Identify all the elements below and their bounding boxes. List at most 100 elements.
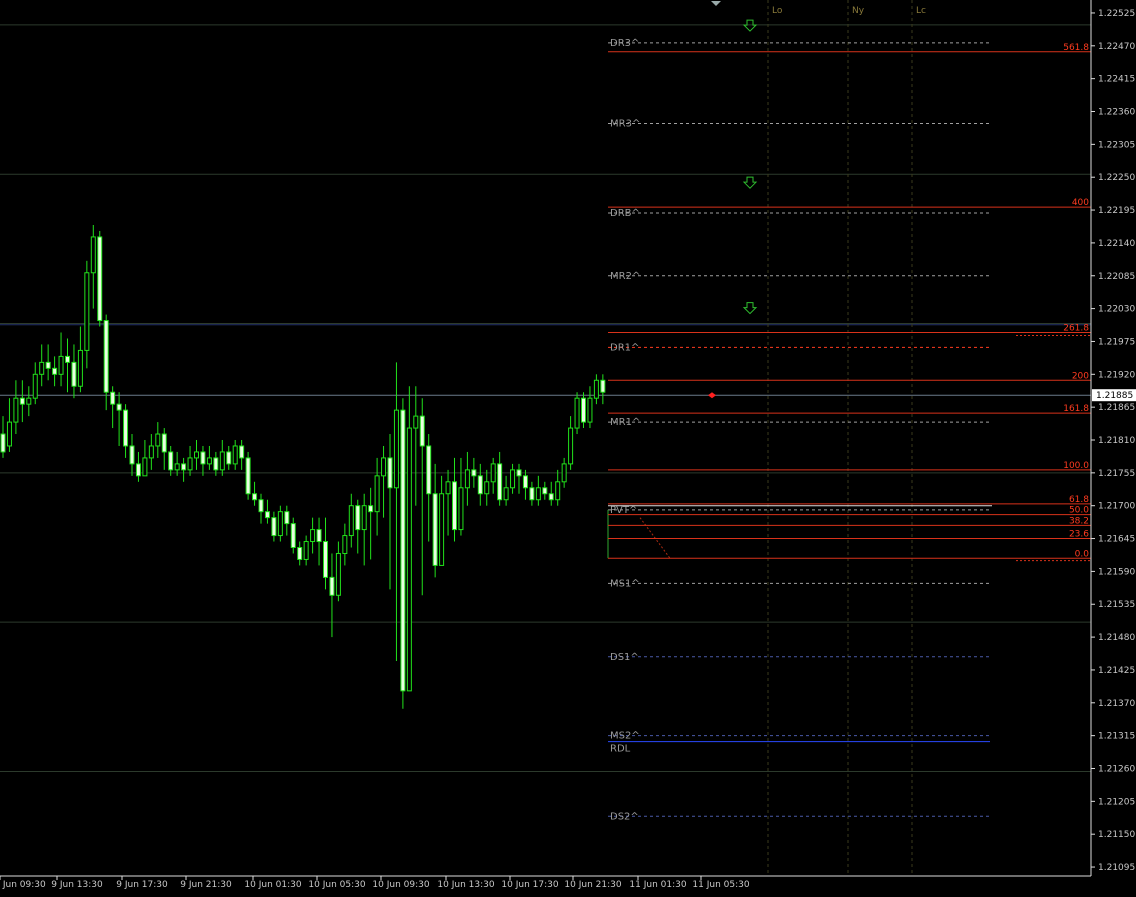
- candle-body: [542, 487, 548, 495]
- candle-body: [71, 361, 77, 387]
- candle-body: [400, 409, 406, 692]
- candle-body: [329, 576, 335, 596]
- fib-level-label: 100.0: [1063, 461, 1089, 471]
- candle-body: [503, 487, 509, 501]
- price-chart[interactable]: Lo Ny Lc DR3^MR3^DRB^MR2^DR1^MR1^PVT^MS1^D…: [0, 0, 1136, 897]
- session-label: Lo: [772, 6, 783, 16]
- price-tick-label: 1.22140: [1098, 239, 1135, 249]
- candle-body: [110, 391, 116, 405]
- price-tick-label: 1.21315: [1098, 732, 1135, 742]
- candle-body: [142, 457, 148, 477]
- time-tick-label: 10 Jun 09:30: [372, 880, 429, 890]
- candle-body: [393, 409, 399, 489]
- pivot-level-label: DS2^: [610, 811, 639, 822]
- price-tick-label: 1.21865: [1098, 403, 1135, 413]
- time-tick-label: 9 Jun 17:30: [116, 880, 168, 890]
- time-tick-label: 9 Jun 09:30: [0, 880, 46, 890]
- candle-body: [477, 475, 483, 495]
- pivot-level-label: DR1^: [610, 342, 639, 353]
- price-tick-label: 1.21425: [1098, 666, 1135, 676]
- price-tick-label: 1.21975: [1098, 337, 1135, 347]
- candle-body: [316, 529, 322, 543]
- candle-body: [277, 511, 283, 537]
- time-tick-label: 9 Jun 21:30: [180, 880, 232, 890]
- chart-window: Lo Ny Lc DR3^ MR3^ DRB^ MR2^ DR1^ MR1^ PVT^ MS1^ D…: [0, 0, 1136, 897]
- price-tick-label: 1.21535: [1098, 600, 1135, 610]
- candle-body: [0, 433, 6, 453]
- candle-body: [310, 529, 316, 543]
- price-tick-label: 1.22525: [1098, 9, 1135, 19]
- pivot-level-label: DR3^: [610, 38, 639, 49]
- time-tick-label: 10 Jun 01:30: [244, 880, 301, 890]
- time-tick-label: 10 Jun 17:30: [501, 880, 558, 890]
- candle-body: [168, 451, 174, 471]
- price-tick-label: 1.22360: [1098, 108, 1135, 118]
- candle-body: [535, 487, 541, 501]
- candle-body: [568, 427, 574, 465]
- candle-body: [445, 481, 451, 495]
- time-tick-label: 10 Jun 05:30: [308, 880, 365, 890]
- candle-body: [19, 397, 25, 405]
- price-tick-label: 1.21260: [1098, 764, 1135, 774]
- fib-level-label: 38.2: [1069, 516, 1089, 526]
- time-tick-label: 10 Jun 21:30: [564, 880, 621, 890]
- session-label: Ny: [852, 6, 865, 16]
- candle-body: [187, 457, 193, 471]
- candle-body: [90, 236, 96, 274]
- time-tick-label: 9 Jun 13:30: [51, 880, 103, 890]
- candle-body: [200, 451, 206, 465]
- candle-body: [342, 535, 348, 554]
- fib-level-label: 23.6: [1069, 530, 1089, 540]
- time-tick-label: 11 Jun 01:30: [629, 880, 686, 890]
- candle-body: [213, 457, 219, 471]
- candle-body: [13, 397, 19, 423]
- candle-body: [45, 361, 51, 369]
- candle-body: [77, 349, 83, 387]
- candle-body: [206, 457, 212, 465]
- candle-body: [116, 403, 122, 411]
- candle-body: [497, 463, 503, 501]
- pivot-level-label: MS1^: [610, 578, 640, 589]
- candle-body: [58, 355, 64, 375]
- candle-body: [406, 427, 412, 692]
- candle-body: [303, 541, 309, 560]
- price-tick-label: 1.22085: [1098, 272, 1135, 282]
- candle-body: [290, 523, 296, 549]
- candle-body: [245, 457, 251, 495]
- candle-body: [581, 397, 586, 423]
- candle-body: [252, 493, 258, 501]
- price-tick-label: 1.21095: [1098, 863, 1135, 873]
- candle-body: [84, 272, 90, 351]
- candle-body: [368, 505, 374, 513]
- candle-body: [264, 511, 270, 519]
- fib-level-label: 561.8: [1063, 43, 1089, 53]
- candle-body: [161, 433, 167, 453]
- candle-body: [65, 355, 70, 363]
- candle-body: [232, 445, 238, 465]
- candle-body: [374, 475, 380, 513]
- candle-body: [348, 505, 354, 537]
- candle-body: [464, 469, 470, 489]
- fib-level-label: 161.8: [1063, 404, 1089, 414]
- time-tick-label: 10 Jun 13:30: [437, 880, 494, 890]
- candle-body: [413, 415, 419, 429]
- candle-body: [32, 373, 38, 399]
- candle-body: [574, 397, 580, 429]
- pivot-level-label: MR3^: [610, 118, 640, 129]
- fib-level-label: 50.0: [1069, 506, 1089, 516]
- price-tick-label: 1.21480: [1098, 633, 1135, 643]
- candle-body: [26, 397, 32, 405]
- price-tick-label: 1.21920: [1098, 370, 1135, 380]
- candle-body: [510, 469, 516, 489]
- candle-body: [226, 451, 232, 465]
- candle-body: [97, 236, 103, 322]
- price-tick-label: 1.21590: [1098, 567, 1135, 577]
- price-tick-label: 1.21370: [1098, 699, 1135, 709]
- candle-body: [471, 469, 477, 477]
- price-tick-label: 1.21645: [1098, 535, 1135, 545]
- candle-body: [452, 481, 457, 531]
- price-tick-label: 1.22415: [1098, 75, 1135, 85]
- candle-body: [219, 451, 225, 471]
- candle-body: [561, 463, 567, 483]
- price-tick-label: 1.21150: [1098, 830, 1135, 840]
